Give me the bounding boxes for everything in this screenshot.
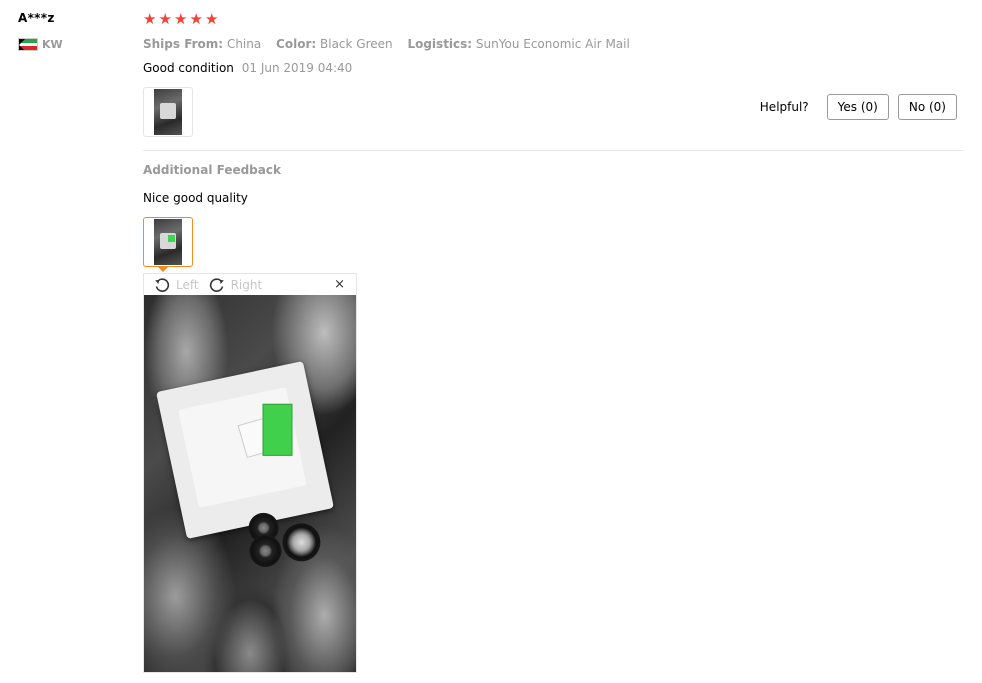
star-icon: ★ [189,10,203,28]
helpful-vote: Helpful? Yes (0) No (0) [760,94,957,120]
close-icon[interactable]: × [334,277,345,292]
helpful-yes-button[interactable]: Yes (0) [826,94,889,120]
review-line: Good condition 01 Jun 2019 04:40 [143,61,352,75]
star-icon: ★ [143,10,157,28]
additional-photo-thumbnail-selected[interactable] [143,217,193,267]
attr-logistics-label: Logistics: [407,37,473,51]
rotate-right-icon [209,277,224,292]
country-code: KW [42,38,63,51]
reviewer-info: A***z KW [18,11,63,51]
star-icon: ★ [174,10,188,28]
rotate-right-label: Right [230,277,263,292]
review-photo-large [144,295,356,672]
photo-viewer: Left Right × [143,273,357,673]
photo-thumbnail-image [154,219,182,265]
rotate-left-button[interactable]: Left [154,277,199,293]
star-rating: ★ ★ ★ ★ ★ [143,10,221,28]
photo-package [156,361,334,570]
review-date: 01 Jun 2019 04:40 [241,61,353,75]
attr-color-label: Color: [276,37,317,51]
photo-viewer-toolbar: Left Right × [144,274,356,295]
kuwait-flag-icon [18,38,38,51]
attr-ships-from-label: Ships From: [143,37,224,51]
review-text: Good condition [143,61,234,75]
rotate-right-button[interactable]: Right [209,277,263,293]
rotate-left-icon [155,277,170,292]
attr-ships-from-value: China [226,37,262,51]
reviewer-country: KW [18,38,98,51]
additional-feedback-title: Additional Feedback [143,163,281,177]
photo-thumbnail-image [154,89,182,135]
star-icon: ★ [158,10,172,28]
attr-color-value: Black Green [320,37,393,51]
helpful-label: Helpful? [759,100,809,114]
attr-logistics-value: SunYou Economic Air Mail [475,37,630,51]
order-attributes: Ships From: China Color: Black Green Log… [143,37,641,51]
divider [143,150,963,151]
review-photo-thumbnail[interactable] [143,87,193,137]
rotate-left-label: Left [176,277,199,292]
reviewer-name: A***z [18,11,55,25]
star-icon: ★ [205,10,219,28]
selected-pointer-icon [157,266,169,272]
additional-feedback-text: Nice good quality [143,191,248,205]
helpful-no-button[interactable]: No (0) [897,94,957,120]
